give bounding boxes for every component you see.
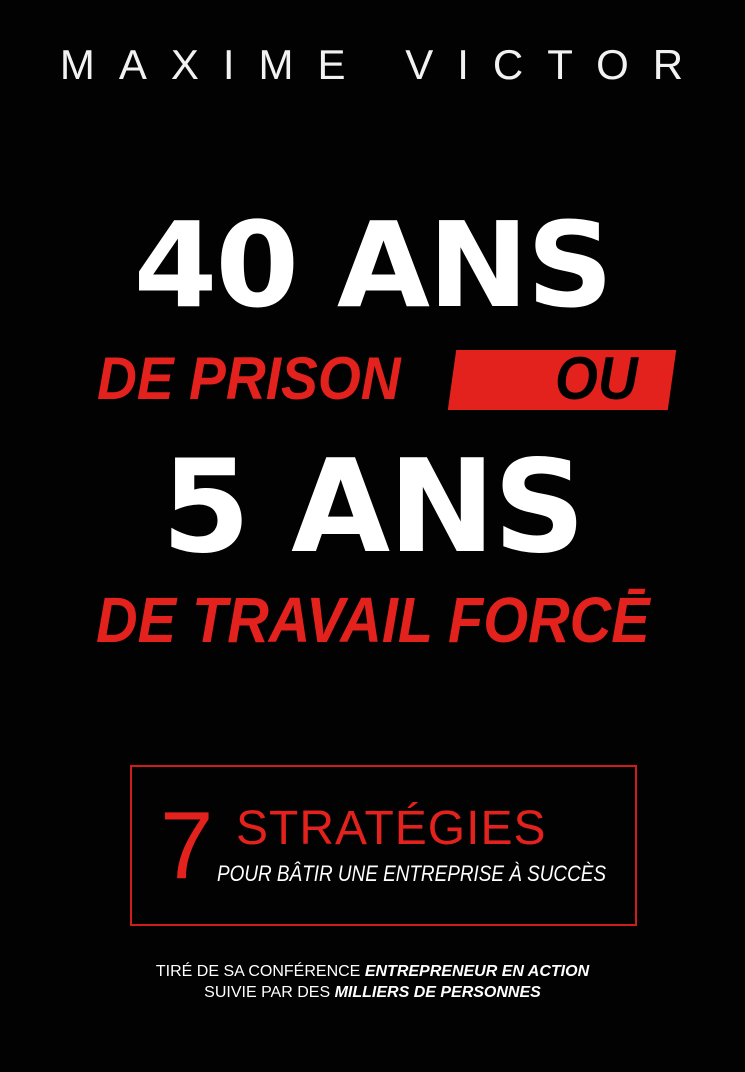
footer-line-1-plain: TIRÉ DE SA CONFÉRENCE — [155, 963, 361, 980]
subhead-de-travail-force: DE TRAVAIL FORCĒ — [96, 584, 650, 656]
book-cover: MAXIME VICTOR 40 ANS DE PRISON OU 5 ANS … — [0, 0, 745, 1072]
strategy-number: 7 — [160, 792, 214, 899]
subhead-de-prison: DE PRISON — [97, 345, 401, 412]
headline-5-ans: 5 ANS — [161, 433, 586, 582]
footer-line-1: TIRÉ DE SA CONFÉRENCE ENTREPRENEUR EN AC… — [0, 962, 745, 981]
author-name: MAXIME VICTOR — [59, 41, 708, 88]
strategy-title: STRATÉGIES — [236, 802, 547, 855]
footer-line-1-emphasis: ENTREPRENEUR EN ACTION — [364, 963, 590, 980]
headline-40-ans: 40 ANS — [133, 196, 614, 334]
connector-ou: OU — [555, 345, 638, 412]
strategy-subtitle: POUR BÂTIR UNE ENTREPRISE À SUCCÈS — [217, 861, 606, 886]
footer-line-2: SUIVIE PAR DES MILLIERS DE PERSONNES — [0, 983, 745, 1002]
footer-line-2-emphasis: MILLIERS DE PERSONNES — [334, 984, 541, 1001]
footer-line-2-plain: SUIVIE PAR DES — [204, 984, 331, 1001]
